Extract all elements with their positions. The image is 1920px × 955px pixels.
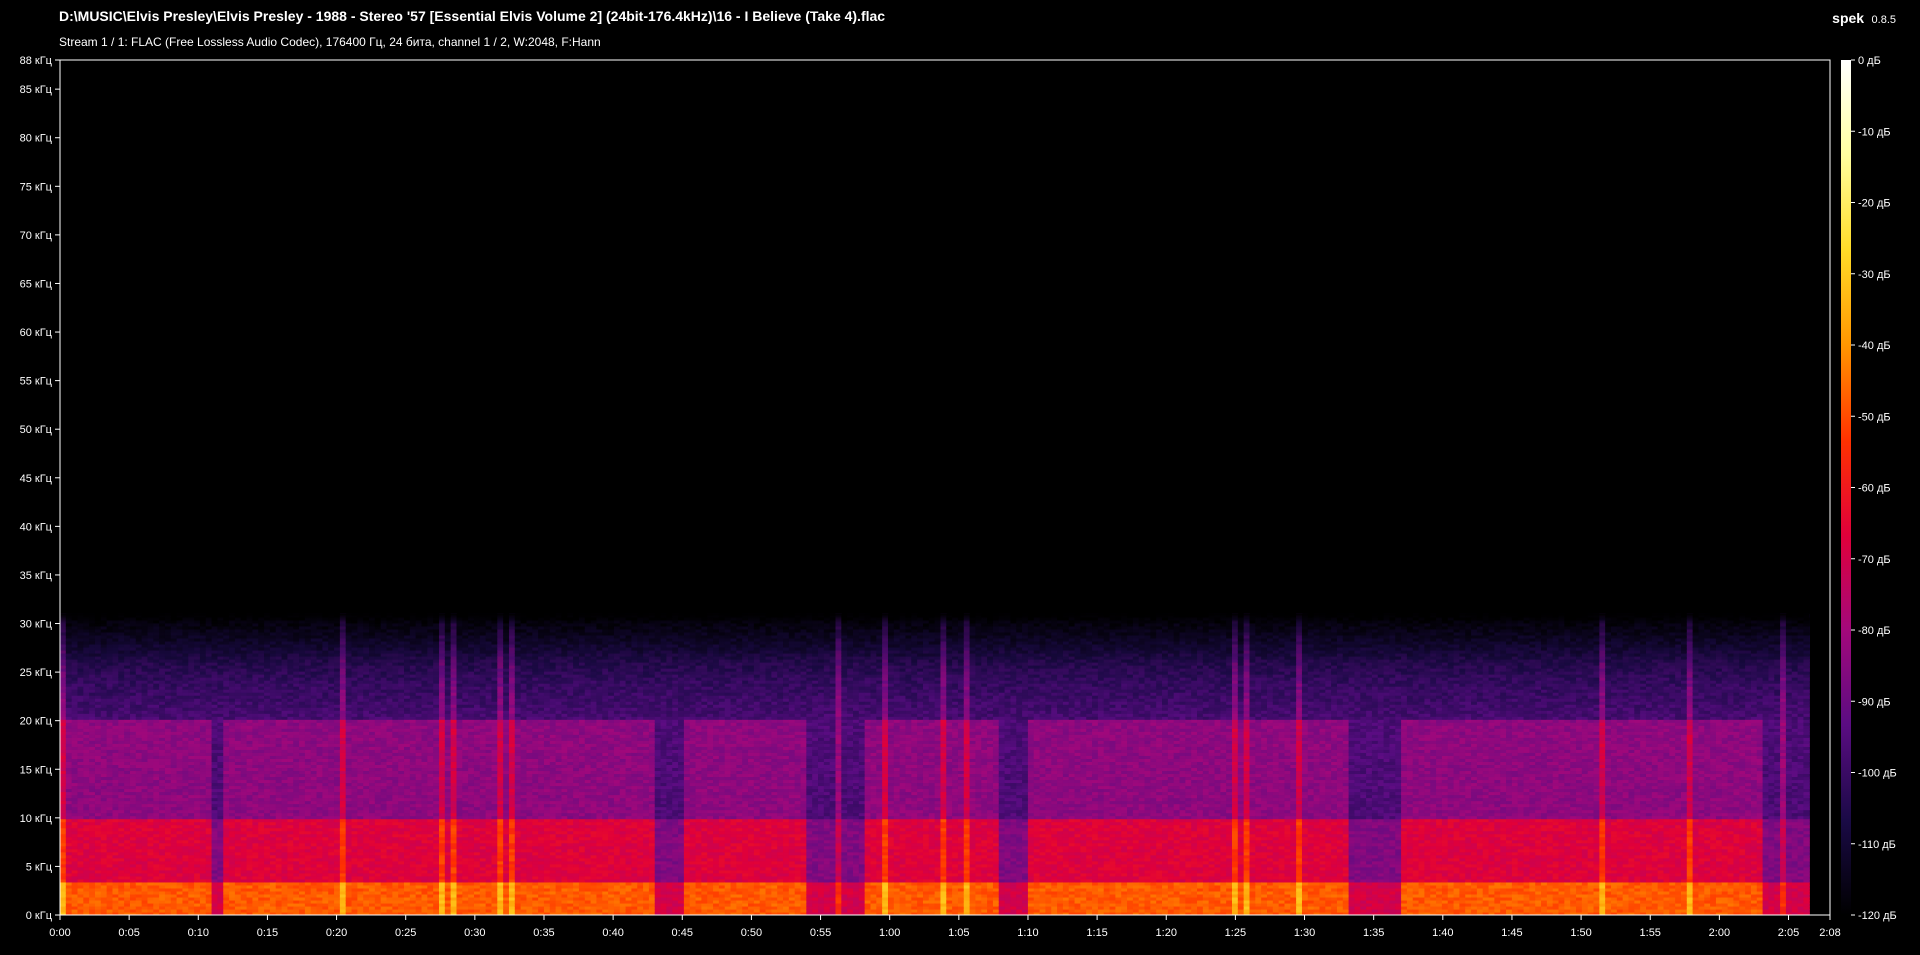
spectrogram-cells <box>60 613 1810 915</box>
spectrogram-chart: 0 кГц5 кГц10 кГц15 кГц20 кГц25 кГц30 кГц… <box>20 55 1897 939</box>
